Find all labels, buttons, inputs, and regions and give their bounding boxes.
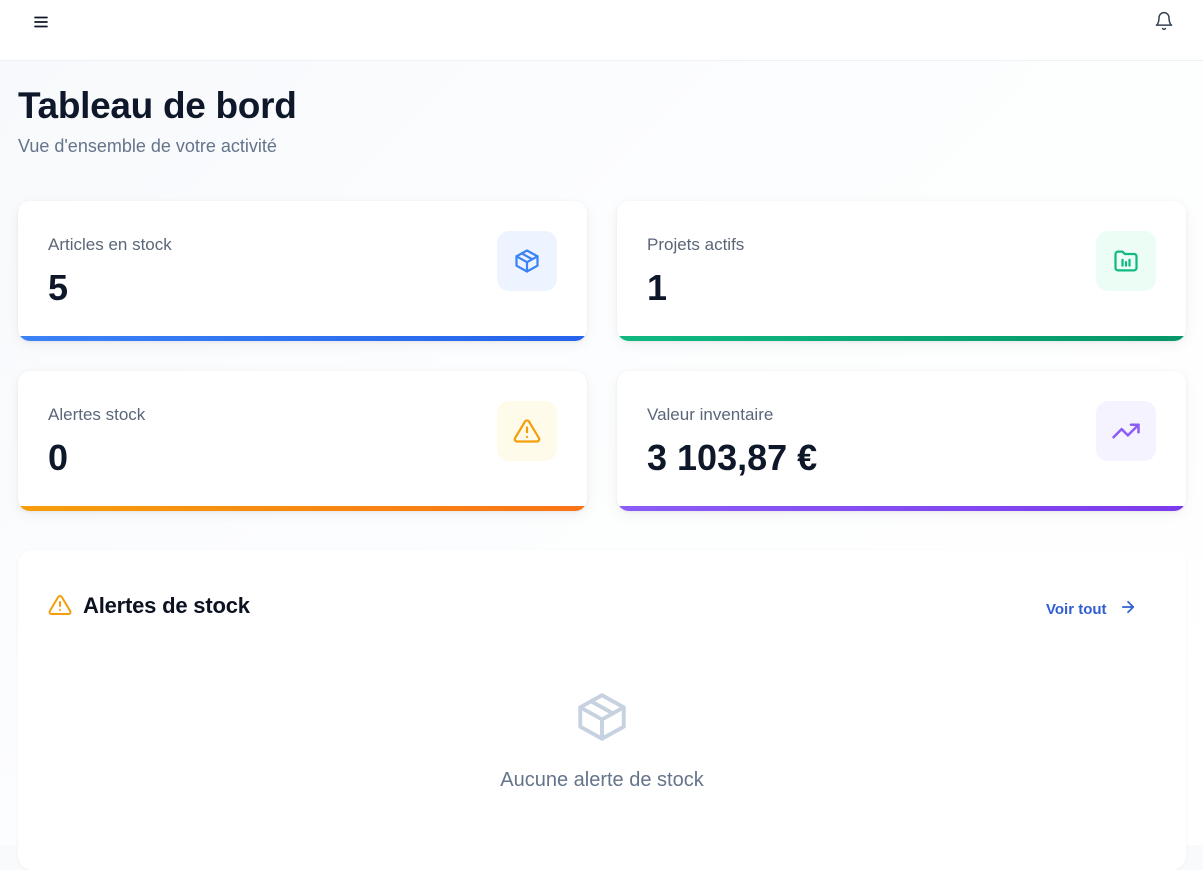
main-content: Tableau de bord Vue d'ensemble de votre …: [0, 61, 1203, 870]
page-subtitle: Vue d'ensemble de votre activité: [18, 136, 277, 156]
card-accent-bar: [18, 336, 587, 341]
stock-alerts-panel: Alertes de stock Voir tout Aucune alerte…: [18, 550, 1186, 870]
stat-value: 3 103,87 €: [647, 437, 818, 478]
page-title: Tableau de bord: [18, 85, 297, 126]
stat-label: Articles en stock: [48, 235, 172, 254]
box-icon: [497, 231, 557, 291]
stat-card-inventory-value[interactable]: Valeur inventaire 3 103,87 €: [617, 371, 1186, 511]
stat-label: Valeur inventaire: [647, 405, 774, 424]
warning-icon: [48, 593, 72, 617]
box-icon: [573, 688, 631, 746]
stat-label: Projets actifs: [647, 235, 745, 254]
bell-icon[interactable]: [1152, 9, 1176, 33]
card-accent-bar: [617, 506, 1186, 511]
trending-up-icon: [1096, 401, 1156, 461]
panel-title: Alertes de stock: [83, 593, 250, 618]
stat-label: Alertes stock: [48, 405, 146, 424]
empty-state-text: Aucune alerte de stock: [500, 769, 704, 791]
warning-icon: [497, 401, 557, 461]
folder-chart-icon: [1096, 231, 1156, 291]
stat-value: 1: [647, 267, 668, 308]
stat-card-articles[interactable]: Articles en stock 5: [18, 201, 587, 341]
stat-card-projects[interactable]: Projets actifs 1: [617, 201, 1186, 341]
card-accent-bar: [18, 506, 587, 511]
stat-card-alerts[interactable]: Alertes stock 0: [18, 371, 587, 511]
stat-value: 5: [48, 267, 69, 308]
stat-value: 0: [48, 437, 69, 478]
view-all-link[interactable]: Voir tout: [1046, 598, 1137, 620]
view-all-label: Voir tout: [1046, 600, 1107, 618]
top-bar: [0, 0, 1203, 61]
arrow-right-icon: [1119, 598, 1137, 620]
card-accent-bar: [617, 336, 1186, 341]
hamburger-menu-icon[interactable]: [29, 10, 53, 34]
